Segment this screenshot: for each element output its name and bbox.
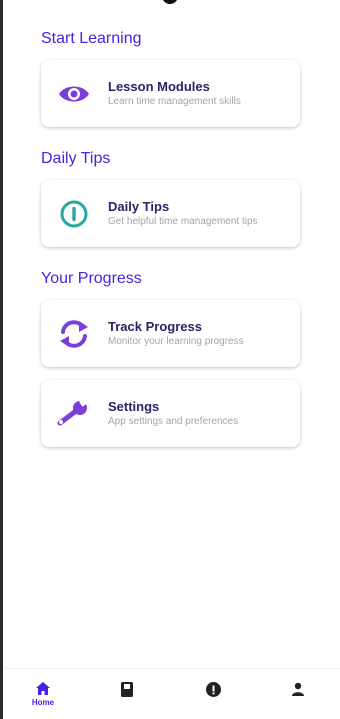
section-title-your-progress: Your Progress: [41, 270, 142, 287]
card-title: Daily Tips: [108, 199, 170, 214]
card-title: Lesson Modules: [108, 79, 210, 94]
settings-card[interactable]: Settings App settings and preferences: [41, 380, 300, 447]
card-subtitle: App settings and preferences: [108, 416, 239, 427]
card-subtitle: Learn time management skills: [108, 96, 241, 107]
daily-tips-card[interactable]: Daily Tips Get helpful time management t…: [41, 180, 300, 247]
home-icon: [36, 682, 50, 695]
card-title: Track Progress: [108, 319, 202, 334]
nav-lessons[interactable]: [97, 669, 157, 719]
wrench-icon: [56, 396, 92, 432]
track-progress-card[interactable]: Track Progress Monitor your learning pro…: [41, 300, 300, 367]
card-title: Settings: [108, 399, 160, 414]
camera-notch: [162, 0, 178, 4]
section-title-daily-tips: Daily Tips: [41, 150, 111, 167]
nav-info[interactable]: [183, 669, 243, 719]
sync-arrows-icon: [56, 316, 92, 352]
lesson-modules-card[interactable]: Lesson Modules Learn time management ski…: [41, 60, 300, 127]
nav-profile[interactable]: [268, 669, 328, 719]
info-icon: [205, 682, 221, 697]
bottom-navigation-bar: Home: [3, 668, 340, 719]
info-circle-icon: [56, 196, 92, 232]
section-title-start-learning: Start Learning: [41, 30, 142, 47]
book-icon: [121, 682, 133, 697]
eye-icon: [56, 76, 92, 112]
nav-home[interactable]: Home: [13, 669, 73, 719]
device-edge: [0, 0, 3, 719]
person-icon: [292, 682, 304, 696]
card-subtitle: Monitor your learning progress: [108, 336, 244, 347]
card-subtitle: Get helpful time management tips: [108, 216, 258, 227]
nav-home-label: Home: [31, 698, 55, 707]
app-screen: Start Learning Lesson Modules Learn time…: [0, 0, 340, 719]
